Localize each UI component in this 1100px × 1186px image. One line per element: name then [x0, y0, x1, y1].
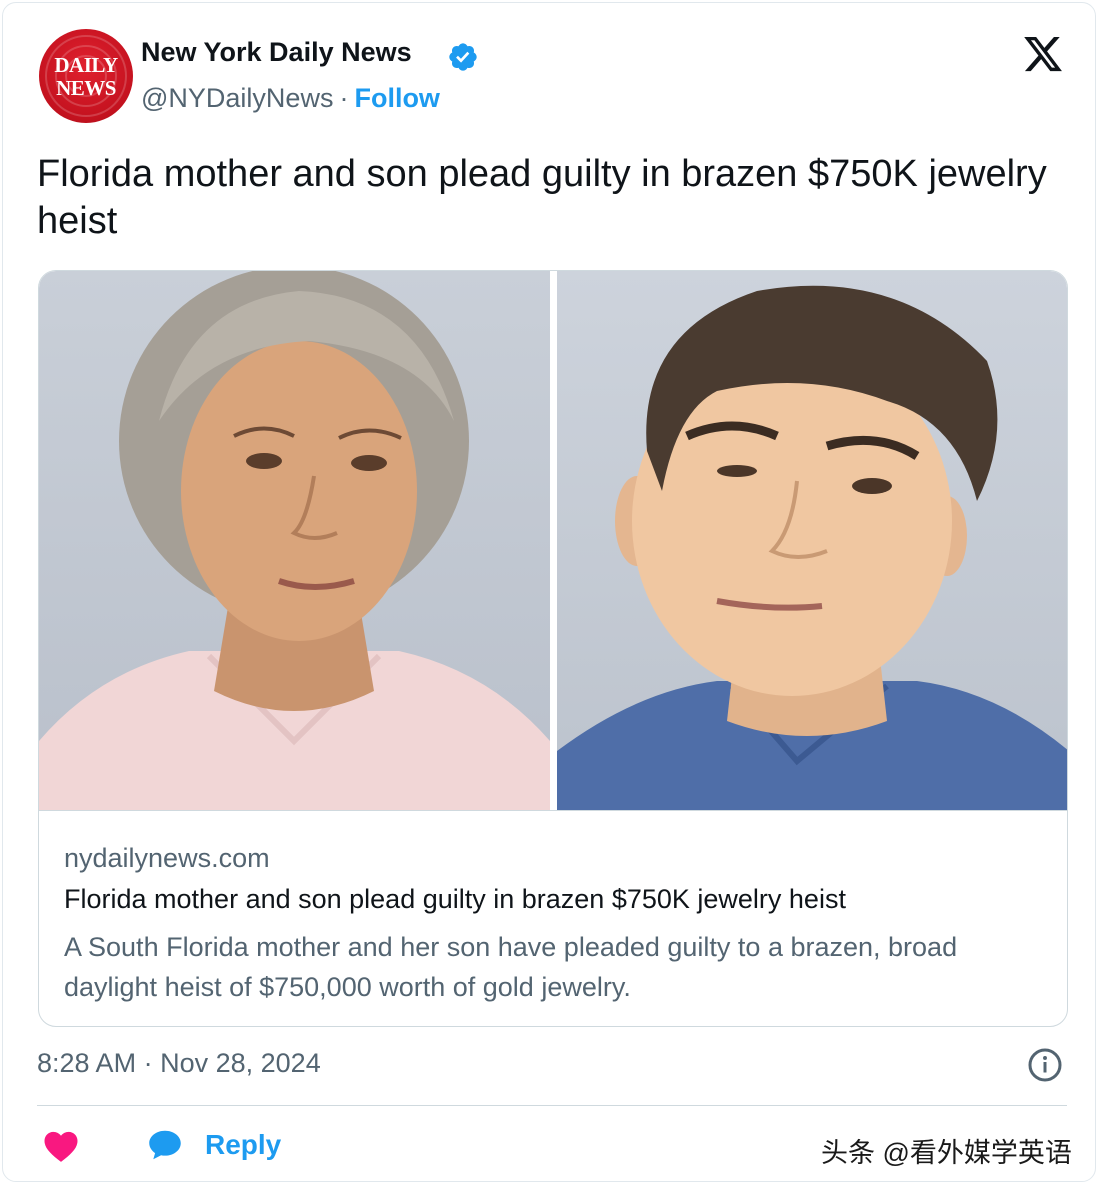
avatar[interactable]: DAILY NEWS: [39, 29, 133, 123]
follow-button[interactable]: Follow: [354, 83, 439, 113]
divider: [37, 1105, 1067, 1106]
tweet-timestamp[interactable]: 8:28 AM · Nov 28, 2024: [37, 1048, 321, 1079]
tweet-date: Nov 28, 2024: [160, 1048, 321, 1078]
author-name[interactable]: New York Daily News: [141, 37, 412, 68]
tweet-card: DAILY NEWS New York Daily News @NYDailyN…: [2, 2, 1096, 1182]
tweet-time: 8:28 AM: [37, 1048, 137, 1078]
reply-bubble-icon[interactable]: [146, 1127, 184, 1163]
mugshot-son-image: [557, 271, 1067, 810]
link-title: Florida mother and son plead guilty in b…: [64, 884, 846, 914]
link-preview-card[interactable]: nydailynews.com Florida mother and son p…: [38, 270, 1068, 1027]
link-card-meta: nydailynews.com Florida mother and son p…: [39, 810, 1067, 1026]
info-icon[interactable]: [1027, 1047, 1063, 1083]
x-logo-icon[interactable]: [1021, 33, 1065, 75]
handle-row: @NYDailyNews · Follow: [141, 83, 440, 114]
verified-badge-icon: [449, 43, 477, 71]
link-description: A South Florida mother and her son have …: [64, 932, 958, 1002]
avatar-logo-line-1: DAILY: [54, 53, 118, 77]
mugshot-mother-image: [39, 271, 550, 810]
watermark-text: 头条 @看外媒学英语: [821, 1138, 1072, 1168]
tweet-text: Florida mother and son plead guilty in b…: [37, 153, 1047, 242]
heart-icon[interactable]: [43, 1129, 79, 1163]
link-card-image: [39, 271, 1067, 810]
handle-separator: ·: [339, 83, 349, 113]
reply-button[interactable]: Reply: [205, 1129, 281, 1161]
link-domain: nydailynews.com: [64, 843, 270, 873]
author-handle[interactable]: @NYDailyNews: [141, 83, 333, 113]
avatar-logo-line-2: NEWS: [56, 76, 116, 100]
timestamp-separator: ·: [143, 1048, 153, 1078]
